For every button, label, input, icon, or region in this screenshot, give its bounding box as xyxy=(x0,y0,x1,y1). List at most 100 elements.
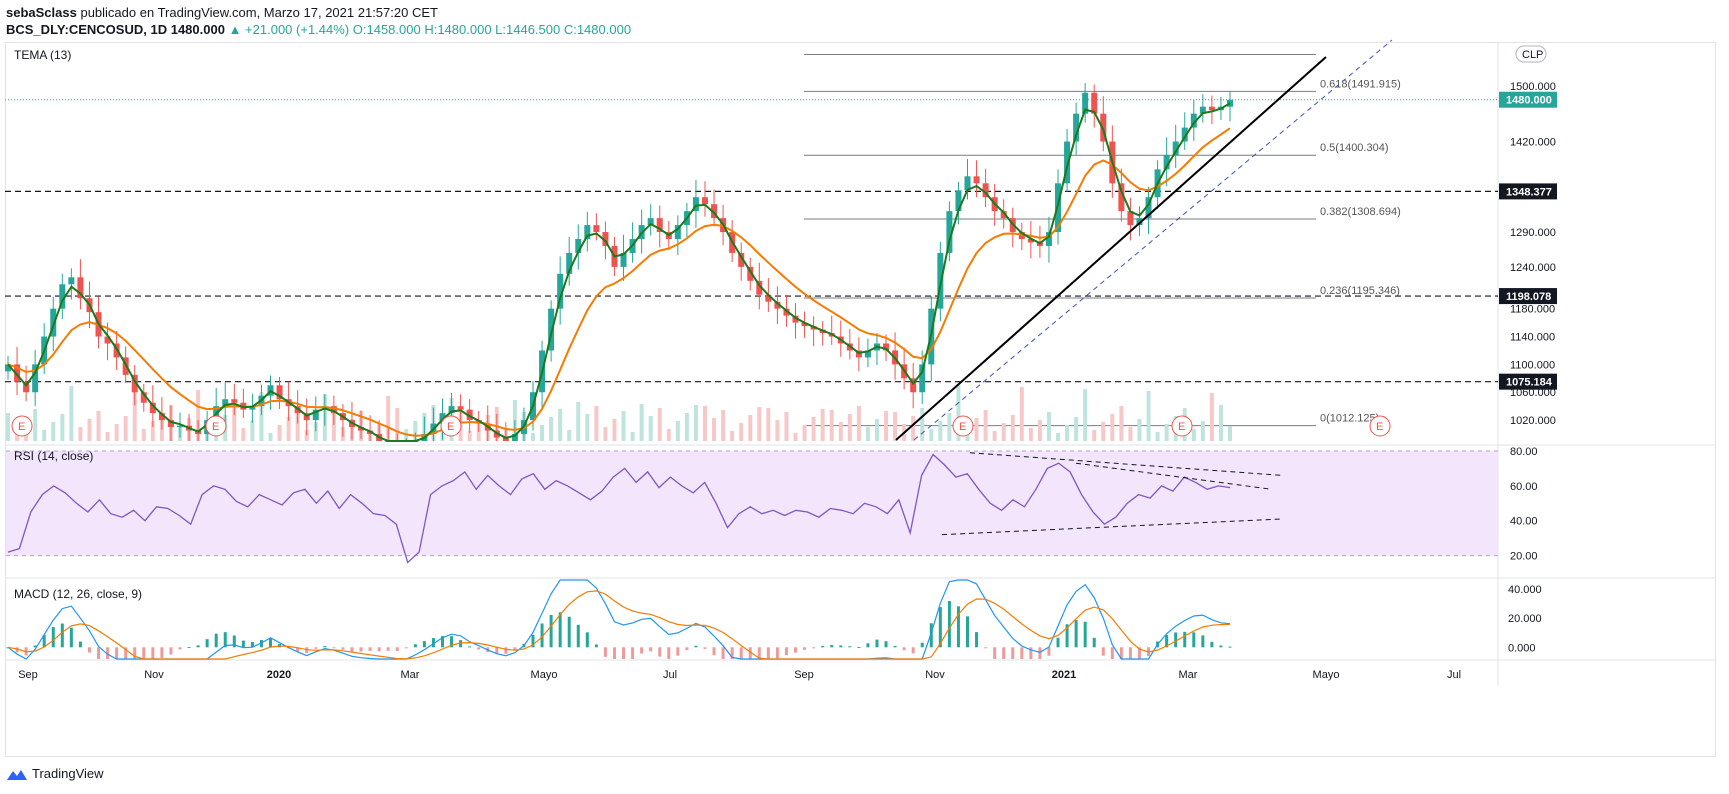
macd-histogram-bar xyxy=(1210,641,1214,648)
candle-body xyxy=(68,277,75,285)
macd-histogram-bar xyxy=(350,647,354,652)
macd-histogram-bar xyxy=(377,647,381,652)
macd-histogram-bar xyxy=(341,647,345,650)
macd-histogram-bar xyxy=(1201,635,1205,648)
macd-histogram-bar xyxy=(78,641,82,648)
tema-line xyxy=(7,102,1231,442)
earnings-marker-label: E xyxy=(18,421,25,433)
macd-histogram-bar xyxy=(975,632,979,648)
macd-histogram-bar xyxy=(386,647,390,651)
earnings-marker-label: E xyxy=(1178,421,1185,433)
volume-bar xyxy=(1074,417,1079,441)
volume-bar xyxy=(911,416,916,441)
macd-histogram-bar xyxy=(703,647,707,649)
x-tick-label: Mayo xyxy=(1313,669,1340,681)
volume-bar xyxy=(929,429,934,441)
volume-bar xyxy=(675,421,680,441)
volume-bar xyxy=(87,419,92,441)
macd-histogram-bar xyxy=(1228,646,1232,648)
volume-bar xyxy=(657,408,662,441)
macd-histogram-bar xyxy=(721,647,725,659)
volume-bar xyxy=(684,413,689,441)
earnings-marker-label: E xyxy=(447,421,454,433)
volume-bar xyxy=(784,412,789,441)
macd-histogram-bar xyxy=(142,647,146,659)
rsi-y-tick: 80.00 xyxy=(1510,446,1538,458)
price-chart-svg[interactable]: TEMA (13) 1500.000 1420.000 1290.000 1240.00… xyxy=(0,0,1729,794)
volume-bar xyxy=(567,430,572,441)
volume-bar xyxy=(1164,424,1169,441)
x-tick-label: Nov xyxy=(144,669,164,681)
volume-bar xyxy=(1092,430,1097,441)
volume-bar xyxy=(1191,429,1196,441)
volume-bar xyxy=(1218,405,1223,441)
candle-body xyxy=(973,176,980,184)
macd-histogram-bar xyxy=(151,647,155,659)
y-tick-label: 1290.000 xyxy=(1510,227,1556,239)
volume-bar xyxy=(938,421,943,441)
macd-histogram-bar xyxy=(1020,647,1024,659)
macd-histogram-bar xyxy=(893,645,897,648)
y-tick-label: 1140.000 xyxy=(1510,332,1555,344)
macd-histogram-bar xyxy=(694,645,698,648)
macd-histogram-bar xyxy=(269,638,273,648)
y-tick-label: 1420.000 xyxy=(1510,137,1556,149)
x-tick-label: Jul xyxy=(1447,669,1461,681)
macd-histogram-bar xyxy=(712,647,716,656)
volume-bar xyxy=(603,427,608,441)
volume-bar xyxy=(1209,393,1214,441)
macd-histogram-bar xyxy=(504,647,508,654)
macd-histogram-bar xyxy=(359,647,363,652)
macd-histogram-bar xyxy=(169,647,173,655)
macd-histogram-bar xyxy=(404,647,408,649)
volume-bar xyxy=(6,413,10,441)
macd-histogram-bar xyxy=(196,645,200,648)
ema-line xyxy=(7,127,1231,437)
macd-histogram-bar xyxy=(585,632,589,648)
candle-body xyxy=(457,406,464,410)
tradingview-footer[interactable]: TradingView xyxy=(6,766,104,781)
macd-y-tick: 20.000 xyxy=(1508,613,1542,625)
macd-histogram-bar xyxy=(395,647,399,652)
macd-histogram-bar xyxy=(1110,647,1114,659)
volume-bar xyxy=(105,432,110,441)
macd-histogram-bar xyxy=(984,647,988,649)
volume-bar xyxy=(277,425,282,441)
x-tick-label: Nov xyxy=(925,669,945,681)
volume-bar xyxy=(1056,433,1061,441)
volume-bar xyxy=(1037,420,1042,441)
macd-histogram-bar xyxy=(612,647,616,659)
volume-bar xyxy=(69,386,74,441)
x-tick-label: 2020 xyxy=(267,669,291,681)
volume-bar xyxy=(1146,391,1151,441)
trend-line-solid xyxy=(895,56,1327,441)
volume-bar xyxy=(893,412,898,441)
volume-bar xyxy=(766,408,771,441)
candle-body xyxy=(1208,106,1215,111)
volume-bar xyxy=(60,414,65,441)
y-tick-label: 1180.000 xyxy=(1510,304,1555,316)
candle-body xyxy=(231,399,238,403)
volume-bar xyxy=(531,433,536,441)
volume-bar xyxy=(1101,422,1106,441)
rsi-pane-title: RSI (14, close) xyxy=(14,449,93,463)
volume-bar xyxy=(612,419,617,441)
volume-bar xyxy=(829,410,834,441)
macd-histogram-bar xyxy=(477,647,481,650)
macd-histogram-bar xyxy=(178,647,182,650)
macd-histogram-bar xyxy=(784,647,788,656)
volume-bar xyxy=(51,422,56,441)
volume-bar xyxy=(540,425,545,441)
rsi-y-tick: 40.00 xyxy=(1510,516,1538,528)
macd-histogram-bar xyxy=(513,647,517,650)
macd-histogram-bar xyxy=(875,639,879,648)
macd-histogram-bar xyxy=(1183,631,1187,648)
macd-histogram-bar xyxy=(1074,619,1078,648)
volume-bar xyxy=(920,408,925,441)
macd-histogram-bar xyxy=(866,643,870,648)
macd-histogram-bar xyxy=(965,616,969,648)
macd-histogram-bar xyxy=(1056,637,1060,648)
volume-bar xyxy=(585,414,590,441)
volume-bar xyxy=(847,414,852,441)
volume-bar xyxy=(630,432,635,441)
